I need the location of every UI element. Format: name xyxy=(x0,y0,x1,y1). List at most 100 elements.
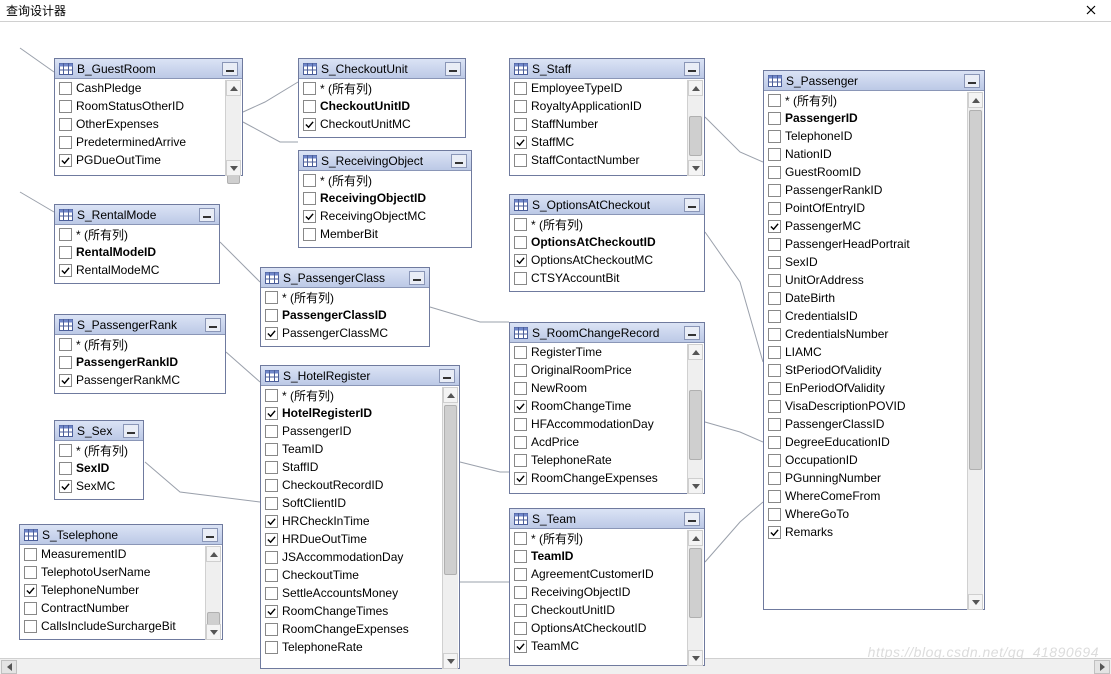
table-panel-B_GuestRoom[interactable]: B_GuestRoomCashPledgeRoomStatusOtherIDOt… xyxy=(54,58,243,176)
minimize-button[interactable] xyxy=(684,326,700,340)
minimize-button[interactable] xyxy=(123,424,139,438)
column-checkbox[interactable] xyxy=(59,356,72,369)
column-row[interactable]: SexID xyxy=(764,253,966,271)
columns-list[interactable]: * (所有列)SexIDSexMC xyxy=(55,441,143,499)
columns-list[interactable]: CashPledgeRoomStatusOtherIDOtherExpenses… xyxy=(55,79,242,175)
close-button[interactable] xyxy=(1075,0,1107,20)
column-checkbox[interactable] xyxy=(265,605,278,618)
column-row[interactable]: TeamID xyxy=(261,440,441,458)
column-checkbox[interactable] xyxy=(768,220,781,233)
column-row[interactable]: RentalModeMC xyxy=(55,261,217,279)
column-row[interactable]: SexID xyxy=(55,459,141,477)
column-row[interactable]: StaffMC xyxy=(510,133,686,151)
column-row[interactable]: PointOfEntryID xyxy=(764,199,966,217)
column-row[interactable]: GuestRoomID xyxy=(764,163,966,181)
column-row[interactable]: TeamID xyxy=(510,547,686,565)
column-row[interactable]: HotelRegisterID xyxy=(261,404,441,422)
column-row[interactable]: PassengerClassID xyxy=(764,415,966,433)
table-panel-S_Passenger[interactable]: S_Passenger* (所有列)PassengerIDTelephoneID… xyxy=(763,70,985,610)
table-header[interactable]: S_Passenger xyxy=(764,71,984,91)
columns-list[interactable]: * (所有列)TeamIDAgreementCustomerIDReceivin… xyxy=(510,529,704,665)
column-checkbox[interactable] xyxy=(768,472,781,485)
minimize-button[interactable] xyxy=(205,318,221,332)
column-checkbox[interactable] xyxy=(265,587,278,600)
column-row[interactable]: OtherExpenses xyxy=(55,115,224,133)
column-checkbox[interactable] xyxy=(265,641,278,654)
column-checkbox[interactable] xyxy=(59,264,72,277)
column-row[interactable]: TelephoneNumber xyxy=(20,581,204,599)
column-checkbox[interactable] xyxy=(768,256,781,269)
column-checkbox[interactable] xyxy=(514,454,527,467)
column-checkbox[interactable] xyxy=(514,418,527,431)
column-row[interactable]: LIAMC xyxy=(764,343,966,361)
column-row[interactable]: DegreeEducationID xyxy=(764,433,966,451)
column-row[interactable]: * (所有列) xyxy=(261,288,427,306)
column-row[interactable]: PredeterminedArrive xyxy=(55,133,224,151)
table-panel-S_Team[interactable]: S_Team* (所有列)TeamIDAgreementCustomerIDRe… xyxy=(509,508,705,666)
column-checkbox[interactable] xyxy=(59,338,72,351)
column-checkbox[interactable] xyxy=(265,425,278,438)
column-checkbox[interactable] xyxy=(514,254,527,267)
column-row[interactable]: * (所有列) xyxy=(299,79,463,97)
column-checkbox[interactable] xyxy=(768,382,781,395)
table-panel-S_ReceivingObject[interactable]: S_ReceivingObject* (所有列)ReceivingObjectI… xyxy=(298,150,472,248)
table-header[interactable]: S_PassengerClass xyxy=(261,268,429,288)
vertical-scrollbar[interactable] xyxy=(687,80,703,176)
minimize-button[interactable] xyxy=(684,512,700,526)
column-row[interactable]: * (所有列) xyxy=(55,441,141,459)
table-panel-S_Sex[interactable]: S_Sex* (所有列)SexIDSexMC xyxy=(54,420,144,500)
column-checkbox[interactable] xyxy=(768,436,781,449)
column-checkbox[interactable] xyxy=(303,118,316,131)
table-panel-S_PassengerRank[interactable]: S_PassengerRank* (所有列)PassengerRankIDPas… xyxy=(54,314,226,394)
minimize-button[interactable] xyxy=(445,62,461,76)
columns-list[interactable]: * (所有列)PassengerRankIDPassengerRankMC xyxy=(55,335,225,393)
column-checkbox[interactable] xyxy=(59,444,72,457)
table-header[interactable]: S_Tselephone xyxy=(20,525,222,545)
column-row[interactable]: PassengerRankID xyxy=(55,353,223,371)
column-checkbox[interactable] xyxy=(768,364,781,377)
column-row[interactable]: StaffID xyxy=(261,458,441,476)
column-row[interactable]: EnPeriodOfValidity xyxy=(764,379,966,397)
column-checkbox[interactable] xyxy=(303,192,316,205)
scroll-down-button[interactable] xyxy=(688,650,703,666)
column-row[interactable]: StaffContactNumber xyxy=(510,151,686,169)
columns-list[interactable]: * (所有列)RentalModeIDRentalModeMC xyxy=(55,225,219,283)
column-checkbox[interactable] xyxy=(768,526,781,539)
column-row[interactable]: CheckoutRecordID xyxy=(261,476,441,494)
column-row[interactable]: WhereComeFrom xyxy=(764,487,966,505)
table-header[interactable]: S_OptionsAtCheckout xyxy=(510,195,704,215)
column-checkbox[interactable] xyxy=(59,374,72,387)
column-checkbox[interactable] xyxy=(59,118,72,131)
column-checkbox[interactable] xyxy=(768,328,781,341)
vertical-scrollbar[interactable] xyxy=(442,387,458,669)
scrollbar-track[interactable] xyxy=(206,562,221,624)
columns-list[interactable]: * (所有列)PassengerClassIDPassengerClassMC xyxy=(261,288,429,346)
column-checkbox[interactable] xyxy=(24,602,37,615)
scroll-up-button[interactable] xyxy=(688,530,703,546)
vertical-scrollbar[interactable] xyxy=(687,530,703,666)
column-row[interactable]: PassengerRankID xyxy=(764,181,966,199)
columns-list[interactable]: * (所有列)PassengerIDTelephoneIDNationIDGue… xyxy=(764,91,984,609)
scrollbar-track[interactable] xyxy=(688,360,703,478)
scroll-down-button[interactable] xyxy=(968,594,983,610)
column-row[interactable]: * (所有列) xyxy=(55,225,217,243)
scrollbar-track[interactable] xyxy=(968,108,983,594)
minimize-button[interactable] xyxy=(222,62,238,76)
column-checkbox[interactable] xyxy=(265,291,278,304)
scrollbar-thumb[interactable] xyxy=(689,390,702,460)
column-checkbox[interactable] xyxy=(514,218,527,231)
minimize-button[interactable] xyxy=(451,154,467,168)
column-checkbox[interactable] xyxy=(514,272,527,285)
table-header[interactable]: S_Sex xyxy=(55,421,143,441)
scroll-up-button[interactable] xyxy=(968,92,983,108)
column-row[interactable]: SettleAccountsMoney xyxy=(261,584,441,602)
table-panel-S_OptionsAtCheckout[interactable]: S_OptionsAtCheckout* (所有列)OptionsAtCheck… xyxy=(509,194,705,292)
column-row[interactable]: ReceivingObjectID xyxy=(510,583,686,601)
column-checkbox[interactable] xyxy=(265,569,278,582)
table-header[interactable]: S_PassengerRank xyxy=(55,315,225,335)
column-row[interactable]: OptionsAtCheckoutMC xyxy=(510,251,702,269)
column-checkbox[interactable] xyxy=(514,154,527,167)
table-panel-S_Staff[interactable]: S_StaffEmployeeTypeIDRoyaltyApplicationI… xyxy=(509,58,705,176)
vertical-scrollbar[interactable] xyxy=(687,344,703,494)
column-checkbox[interactable] xyxy=(768,454,781,467)
